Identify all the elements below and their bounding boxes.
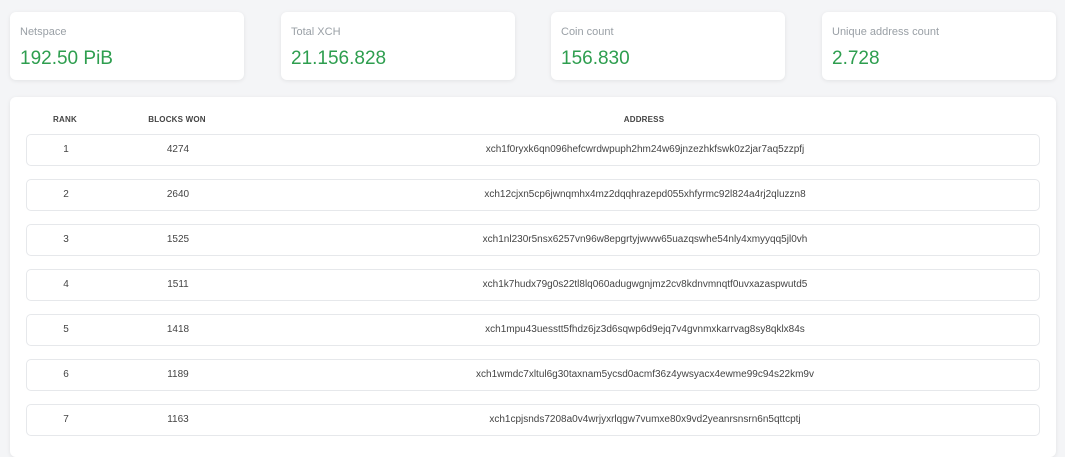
blocks-won-cell: 1525: [166, 234, 190, 245]
stat-label: Netspace: [20, 26, 67, 38]
stat-label: Unique address count: [832, 26, 940, 38]
address-link[interactable]: xch1mpu43uesstt5fhdz6jz3d6sqwp6d9ejq7v4g…: [245, 315, 1045, 345]
stat-value: 21.156.828: [291, 48, 387, 69]
table-row[interactable]: 5 1418 xch1mpu43uesstt5fhdz6jz3d6sqwp6d9…: [26, 314, 1040, 346]
stat-value: 156.830: [561, 48, 630, 69]
stat-card-coin-count: Coin count 156.830: [551, 12, 785, 80]
table-header: RANK BLOCKS WON ADDRESS: [10, 97, 1056, 131]
table-row[interactable]: 7 1163 xch1cpjsnds7208a0v4wrjyxrlqgw7vum…: [26, 404, 1040, 436]
table-row[interactable]: 2 2640 xch12cjxn5cp6jwnqmhx4mz2dqqhrazep…: [26, 179, 1040, 211]
blocks-won-cell: 1418: [166, 324, 190, 335]
column-header-rank[interactable]: RANK: [25, 115, 105, 125]
rank-cell: 4: [63, 279, 69, 290]
blocks-won-cell: 1163: [167, 414, 189, 425]
address-link[interactable]: xch1nl230r5nsx6257vn96w8epgrtyjwww65uazq…: [245, 225, 1045, 255]
rank-cell: 1: [63, 144, 69, 155]
stat-label: Coin count: [561, 26, 614, 38]
blocks-won-cell: 1511: [167, 279, 189, 290]
rank-cell: 5: [63, 324, 69, 335]
table-row[interactable]: 4 1511 xch1k7hudx79g0s22tl8lq060adugwgnj…: [26, 269, 1040, 301]
stat-label: Total XCH: [291, 26, 341, 38]
address-link[interactable]: xch1wmdc7xltul6g30taxnam5ycsd0acmf36z4yw…: [245, 360, 1045, 390]
stat-card-netspace: Netspace 192.50 PiB: [10, 12, 244, 80]
address-link[interactable]: xch1k7hudx79g0s22tl8lq060adugwgnjmz2cv8k…: [245, 270, 1045, 300]
stats-bar: Netspace 192.50 PiB Total XCH 21.156.828…: [10, 12, 1056, 80]
blocks-won-cell: 1189: [167, 369, 189, 380]
address-link[interactable]: xch1cpjsnds7208a0v4wrjyxrlqgw7vumxe80x9v…: [245, 405, 1045, 435]
table-row[interactable]: 6 1189 xch1wmdc7xltul6g30taxnam5ycsd0acm…: [26, 359, 1040, 391]
stat-card-unique-address-count: Unique address count 2.728: [822, 12, 1056, 80]
rank-cell: 2: [63, 189, 69, 200]
table-row[interactable]: 1 4274 xch1f0ryxk6qn096hefcwrdwpuph2hm24…: [26, 134, 1040, 166]
rank-cell: 7: [63, 414, 69, 425]
rank-cell: 6: [63, 369, 69, 380]
rank-cell: 3: [63, 234, 69, 245]
stat-value: 192.50 PiB: [20, 48, 113, 69]
stat-card-total-xch: Total XCH 21.156.828: [281, 12, 515, 80]
stat-value: 2.728: [832, 48, 880, 69]
blocks-won-cell: 4274: [166, 144, 190, 155]
column-header-blocks-won[interactable]: BLOCKS WON: [137, 115, 217, 125]
blocks-won-cell: 2640: [166, 189, 190, 200]
address-link[interactable]: xch1f0ryxk6qn096hefcwrdwpuph2hm24w69jnze…: [245, 135, 1045, 165]
rich-list-table: RANK BLOCKS WON ADDRESS 1 4274 xch1f0ryx…: [10, 97, 1056, 457]
address-link[interactable]: xch12cjxn5cp6jwnqmhx4mz2dqqhrazepd055xhf…: [245, 180, 1045, 210]
column-header-address[interactable]: ADDRESS: [244, 115, 1044, 125]
table-row[interactable]: 3 1525 xch1nl230r5nsx6257vn96w8epgrtyjww…: [26, 224, 1040, 256]
